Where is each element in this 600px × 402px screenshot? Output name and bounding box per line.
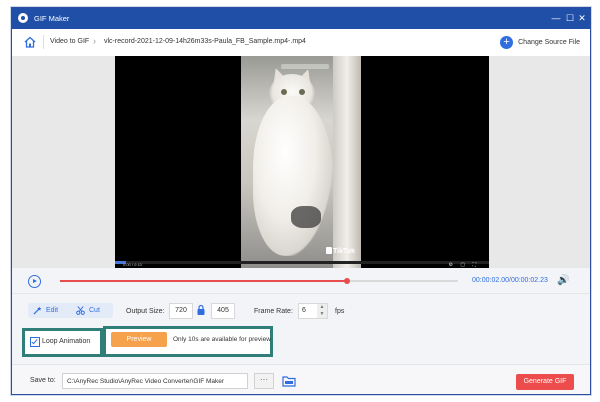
timeline-progress (60, 280, 347, 282)
chevron-right-icon: › (93, 36, 96, 46)
cat-eye-left (281, 89, 287, 95)
preview-note: Only 10s are available for preview (173, 336, 271, 343)
timecode: 00:00:02.00/00:00:02.23 (472, 277, 548, 284)
video-stage: TikTok 0:00 / 0:10 ⚙ ▢ ⛶ (12, 56, 590, 268)
footer-bar: Save to: C:\AnyRec Studio\AnyRec Video C… (12, 364, 590, 394)
minimize-button[interactable]: — (550, 12, 562, 24)
video-preview[interactable]: TikTok 0:00 / 0:10 ⚙ ▢ ⛶ (115, 56, 489, 268)
loop-animation-highlight: Loop Animation (22, 328, 103, 357)
preview-button[interactable]: Preview (111, 332, 167, 347)
output-width-input[interactable]: 720 (169, 303, 193, 319)
cat-body (253, 96, 333, 256)
preview-highlight: Preview Only 10s are available for previ… (103, 326, 273, 357)
plus-circle-icon: + (500, 35, 514, 49)
browse-button[interactable]: ··· (254, 373, 274, 389)
nav-divider (43, 35, 44, 49)
home-icon[interactable] (24, 36, 36, 48)
title-bar: GIF Maker — ☐ ✕ (12, 8, 590, 29)
loop-animation-checkbox[interactable] (30, 337, 40, 347)
cut-button[interactable]: Cut (71, 303, 113, 318)
fps-label: fps (335, 308, 345, 315)
edit-label: Edit (46, 307, 59, 314)
app-logo-icon (18, 13, 28, 23)
nav-bar: Video to GIF › vlc-record-2021-12-09-14h… (12, 29, 590, 57)
magic-wand-icon (33, 306, 42, 315)
aspect-lock-icon[interactable] (196, 304, 206, 316)
change-source-file-label: Change Source File (518, 38, 580, 46)
cat-dark-patch (291, 206, 321, 228)
loop-animation-label[interactable]: Loop Animation (42, 338, 90, 345)
frame-rate-label: Frame Rate: (254, 308, 293, 315)
current-time: 00:00:02.00 (472, 277, 509, 284)
tiktok-logo-icon (326, 247, 332, 254)
timeline-track[interactable] (60, 278, 458, 284)
folder-icon[interactable] (282, 375, 296, 387)
cut-label: Cut (89, 307, 100, 314)
output-height-input[interactable]: 405 (211, 303, 235, 319)
generate-gif-button[interactable]: Generate GIF (516, 374, 574, 390)
total-time: 00:00:02.23 (510, 277, 548, 284)
timeline-bar: 00:00:02.00/00:00:02.23 🔊 (12, 268, 590, 294)
save-to-label: Save to: (30, 377, 56, 384)
maximize-button[interactable]: ☐ (564, 12, 576, 24)
tiktok-watermark: TikTok (333, 248, 355, 255)
change-source-file-button[interactable]: + Change Source File (500, 35, 580, 49)
play-button[interactable] (28, 275, 41, 288)
inplayer-progress-track (115, 261, 489, 264)
output-size-label: Output Size: (126, 308, 165, 315)
door-background (333, 56, 361, 268)
window-title: GIF Maker (34, 14, 70, 23)
scissors-icon (76, 306, 85, 315)
edit-button[interactable]: Edit (28, 303, 76, 318)
volume-icon[interactable]: 🔊 (557, 275, 571, 287)
cat-eye-right (299, 89, 305, 95)
gif-maker-window: GIF Maker — ☐ ✕ Video to GIF › vlc-recor… (11, 7, 591, 395)
inplayer-time: 0:00 / 0:10 (123, 262, 142, 267)
timeline-handle[interactable] (343, 278, 350, 284)
frame-rate-stepper[interactable]: ▲ ▼ (317, 303, 328, 319)
video-frame: TikTok (241, 56, 361, 268)
gif-settings-panel: Edit Cut Output Size: 720 405 Frame Rate… (12, 294, 590, 364)
breadcrumb-video-to-gif[interactable]: Video to GIF (50, 38, 89, 45)
file-name-label: vlc-record-2021-12-09-14h26m33s-Paula_FB… (104, 38, 306, 45)
save-path-input[interactable]: C:\AnyRec Studio\AnyRec Video Converter\… (62, 373, 248, 389)
close-button[interactable]: ✕ (576, 12, 588, 24)
